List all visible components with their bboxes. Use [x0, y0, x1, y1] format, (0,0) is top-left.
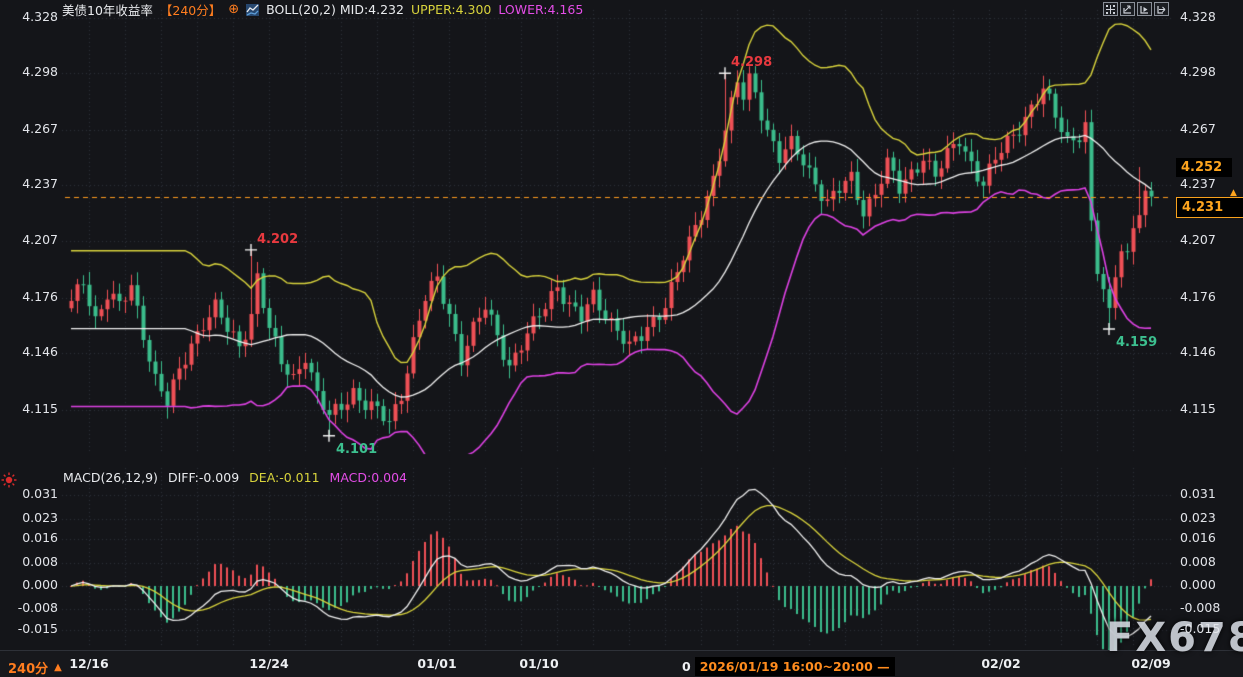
reference-price-badge: 4.252: [1176, 158, 1232, 177]
price-axis-label-right: 4.267: [1180, 123, 1216, 136]
marker-label: 4.202: [257, 233, 298, 246]
marker-label: 4.159: [1116, 336, 1157, 349]
fit-chart-icon: [1123, 5, 1132, 14]
last-price-badge: 4.231: [1176, 197, 1243, 218]
macd-axis-label-right: -0.008: [1180, 602, 1220, 615]
date-axis-label: 01/01: [417, 658, 456, 671]
price-axis-label-left: 4.328: [2, 11, 58, 24]
macd-axis-label-left: 0.016: [2, 532, 58, 545]
date-axis-label: 02/02: [981, 658, 1020, 671]
timeframe-selector-label: 240分: [8, 658, 48, 677]
price-up-arrow-icon: ▲: [1230, 188, 1237, 198]
chart-canvas[interactable]: [0, 0, 1243, 677]
price-axis-label-left: 4.207: [2, 234, 58, 247]
date-axis-label: 12/16: [69, 658, 108, 671]
macd-axis-label-right: 0.008: [1180, 556, 1216, 569]
chart-app: { "header": { "title": "美债10年收益率", "time…: [0, 0, 1243, 677]
chart-header: 美债10年收益率 【240分】 ⊕ BOLL(20,2) MID:4.232 U…: [62, 2, 583, 17]
indicator-chart-icon: [246, 4, 259, 16]
price-axis-label-right: 4.237: [1180, 178, 1216, 191]
price-axis-label-left: 4.176: [2, 291, 58, 304]
time-axis-bar: 240分 ▲ 0 2026/01/19 16:00~20:00 —: [0, 650, 1243, 677]
macd-axis-label-left: 0.008: [2, 556, 58, 569]
macd-axis-label-right: 0.000: [1180, 579, 1216, 592]
macd-diff-label: DIFF:-0.009: [168, 470, 239, 485]
price-axis-label-right: 4.298: [1180, 66, 1216, 79]
price-axis-label-left: 4.115: [2, 403, 58, 416]
fit-chart-tool-button[interactable]: [1120, 2, 1135, 16]
export-icon: [1157, 5, 1166, 14]
macd-axis-label-left: 0.000: [2, 579, 58, 592]
crosshair-tool-button[interactable]: [1103, 2, 1118, 16]
price-axis-label-left: 4.267: [2, 123, 58, 136]
macd-axis-label-right: 0.016: [1180, 532, 1216, 545]
price-axis-label-right: 4.115: [1180, 403, 1216, 416]
price-axis-label-left: 4.146: [2, 346, 58, 359]
timeframe-label: 【240分】: [160, 0, 221, 19]
price-axis-label-right: 4.176: [1180, 291, 1216, 304]
boll-upper-label: UPPER:4.300: [411, 2, 491, 17]
timeframe-selector[interactable]: 240分 ▲: [8, 658, 62, 677]
readout-range: 2026/01/19 16:00~20:00 —: [695, 657, 895, 676]
playback-tool-button[interactable]: [1137, 2, 1152, 16]
macd-axis-label-right: 0.031: [1180, 488, 1216, 501]
macd-dea-label: DEA:-0.011: [249, 470, 319, 485]
macd-value-label: MACD:0.004: [330, 470, 407, 485]
price-axis-label-right: 4.328: [1180, 11, 1216, 24]
macd-header: MACD(26,12,9) DIFF:-0.009 DEA:-0.011 MAC…: [63, 470, 407, 485]
watermark: FX678: [1106, 615, 1243, 661]
readout-prefix: 0: [682, 659, 691, 674]
export-tool-button[interactable]: [1154, 2, 1169, 16]
macd-axis-label-left: -0.008: [2, 602, 58, 615]
crosshair-date-readout: 0 2026/01/19 16:00~20:00 —: [682, 657, 895, 676]
macd-name-label: MACD(26,12,9): [63, 470, 158, 485]
macd-axis-label-right: -0.015: [1180, 623, 1220, 636]
price-axis-label-right: 4.146: [1180, 346, 1216, 359]
marker-label: 4.101: [336, 443, 377, 456]
crosshair-icon: [1106, 5, 1115, 14]
macd-axis-label-right: 0.023: [1180, 512, 1216, 525]
add-indicator-button[interactable]: ⊕: [228, 2, 239, 17]
price-axis-label-right: 4.207: [1180, 234, 1216, 247]
timeframe-up-arrow-icon: ▲: [54, 662, 62, 673]
marker-label: 4.298: [731, 56, 772, 69]
date-axis-label: 01/10: [519, 658, 558, 671]
macd-axis-label-left: 0.031: [2, 488, 58, 501]
symbol-title: 美债10年收益率: [62, 0, 153, 19]
price-axis-label-left: 4.298: [2, 66, 58, 79]
boll-label: BOLL(20,2) MID:4.232: [266, 2, 404, 17]
date-axis-label: 02/09: [1131, 658, 1170, 671]
price-axis-label-left: 4.237: [2, 178, 58, 191]
macd-axis-label-left: 0.023: [2, 512, 58, 525]
macd-axis-label-left: -0.015: [2, 623, 58, 636]
playback-icon: [1140, 5, 1149, 14]
chart-toolbar: [1103, 2, 1169, 16]
boll-lower-label: LOWER:4.165: [498, 2, 583, 17]
date-axis-label: 12/24: [249, 658, 288, 671]
